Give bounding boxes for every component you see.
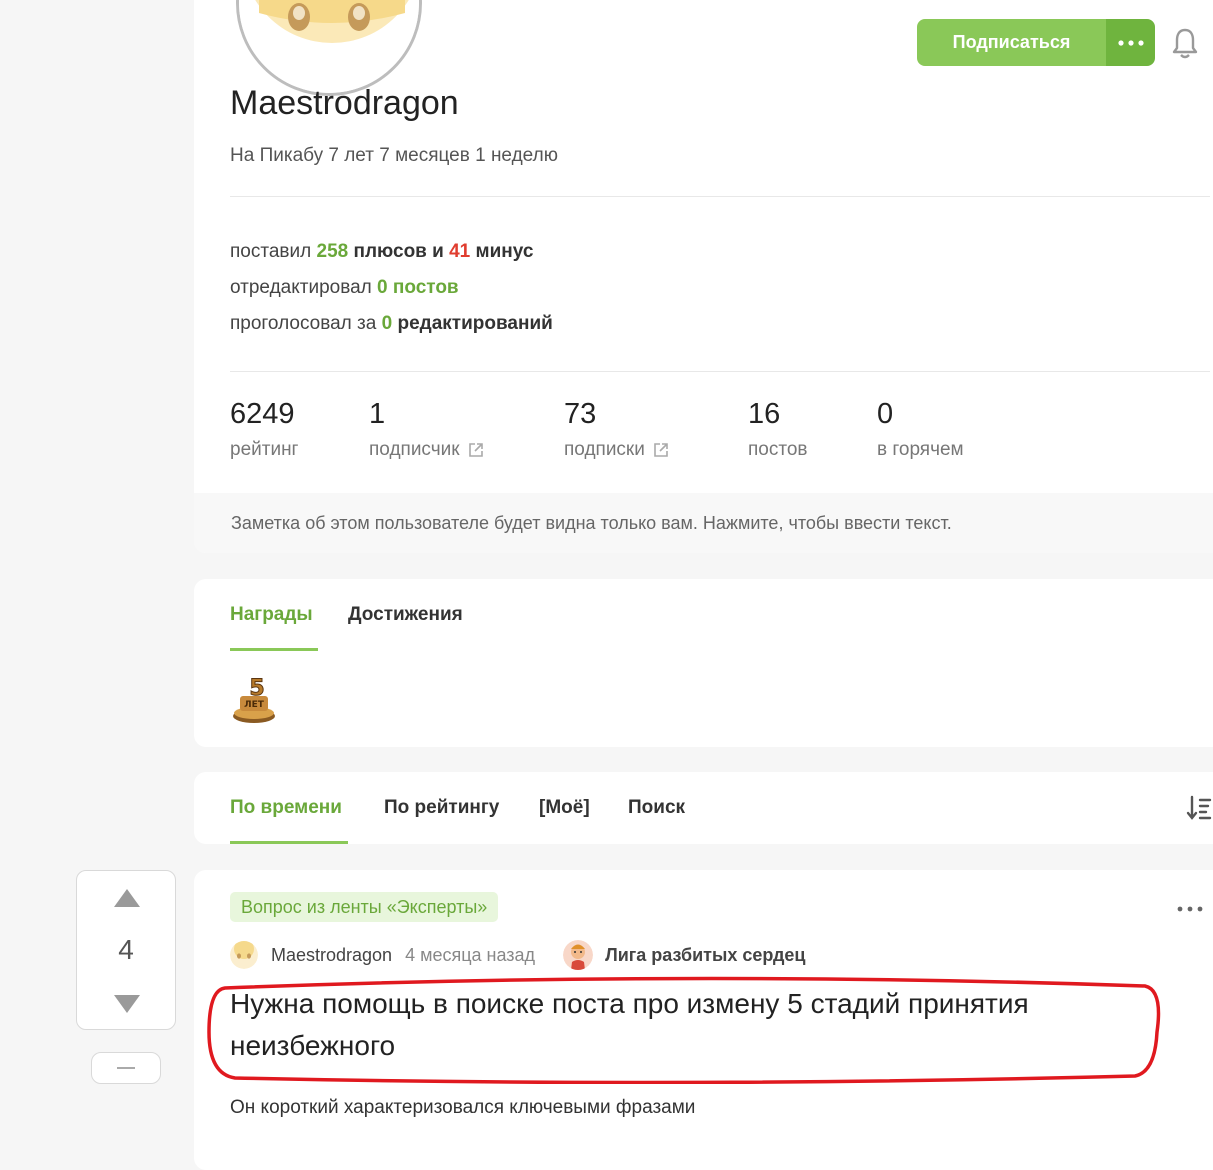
sort-order-icon[interactable] bbox=[1186, 795, 1212, 821]
tab-by-time-underline bbox=[230, 841, 348, 844]
activity-edit-votes: проголосовал за 0 редактирований bbox=[230, 313, 553, 334]
minus-icon bbox=[117, 1067, 135, 1069]
tab-by-time[interactable]: По времени bbox=[230, 797, 342, 819]
post-tag-badge[interactable]: Вопрос из ленты «Эксперты» bbox=[230, 892, 499, 922]
tab-search[interactable]: Поиск bbox=[628, 797, 685, 819]
tab-by-rating[interactable]: По рейтингу bbox=[384, 797, 499, 819]
minus-count: 41 bbox=[449, 241, 471, 262]
svg-text:ЛЕТ: ЛЕТ bbox=[244, 700, 265, 710]
subscribe-group: Подписаться bbox=[917, 19, 1155, 66]
divider bbox=[230, 196, 1210, 197]
svg-text:5: 5 bbox=[249, 676, 264, 701]
post-community[interactable]: Лига разбитых сердец bbox=[605, 945, 805, 966]
five-years-award-icon[interactable]: ЛЕТ 5 bbox=[231, 672, 277, 724]
downvote-arrow-icon[interactable] bbox=[114, 995, 140, 1013]
profile-username: Maestrodragon bbox=[230, 84, 459, 122]
upvote-arrow-icon[interactable] bbox=[114, 889, 140, 907]
external-link-icon[interactable] bbox=[653, 442, 669, 458]
activity-edits: отредактировал 0 постов bbox=[230, 277, 459, 298]
user-note-placeholder[interactable]: Заметка об этом пользователе будет видна… bbox=[231, 513, 952, 534]
post-rating: 4 bbox=[118, 934, 134, 965]
post-excerpt: Он короткий характеризовался ключевыми ф… bbox=[230, 1097, 696, 1118]
post-author[interactable]: Maestrodragon bbox=[271, 945, 392, 966]
divider bbox=[230, 371, 1210, 372]
counter-subscriptions[interactable]: 73 подписки bbox=[564, 398, 669, 461]
dots-horizontal-icon bbox=[1117, 39, 1144, 46]
member-since: На Пикабу 7 лет 7 месяцев 1 неделю bbox=[230, 145, 558, 166]
bell-icon[interactable] bbox=[1170, 27, 1200, 59]
community-icon[interactable] bbox=[563, 940, 594, 970]
dots-horizontal-icon[interactable] bbox=[1176, 904, 1204, 914]
counter-hot: 0 в горячем bbox=[877, 398, 964, 460]
tab-awards-underline bbox=[230, 648, 318, 651]
post-time: 4 месяца назад bbox=[405, 944, 536, 965]
awards-card bbox=[194, 579, 1213, 747]
collapse-post-button[interactable] bbox=[91, 1052, 161, 1084]
tab-mine[interactable]: [Моё] bbox=[539, 797, 590, 819]
plus-count: 258 bbox=[316, 241, 349, 262]
counter-rating: 6249 рейтинг bbox=[230, 398, 299, 460]
sort-card bbox=[194, 772, 1213, 844]
profile-more-button[interactable] bbox=[1106, 19, 1155, 66]
tab-awards[interactable]: Награды bbox=[230, 604, 313, 626]
subscribe-button[interactable]: Подписаться bbox=[917, 19, 1106, 66]
vote-box: 4 bbox=[76, 870, 176, 1030]
tab-achievements[interactable]: Достижения bbox=[348, 604, 463, 626]
external-link-icon[interactable] bbox=[468, 442, 484, 458]
counter-posts: 16 постов bbox=[748, 398, 808, 460]
activity-votes: поставил 258 плюсов и 41 минус bbox=[230, 241, 534, 262]
counter-subscribers[interactable]: 1 подписчик bbox=[369, 398, 484, 461]
post-meta-row: Maestrodragon 4 месяца назад Лига разбит… bbox=[230, 940, 805, 970]
post-title[interactable]: Нужна помощь в поиске поста про измену 5… bbox=[230, 983, 1160, 1067]
author-avatar[interactable] bbox=[230, 941, 258, 969]
